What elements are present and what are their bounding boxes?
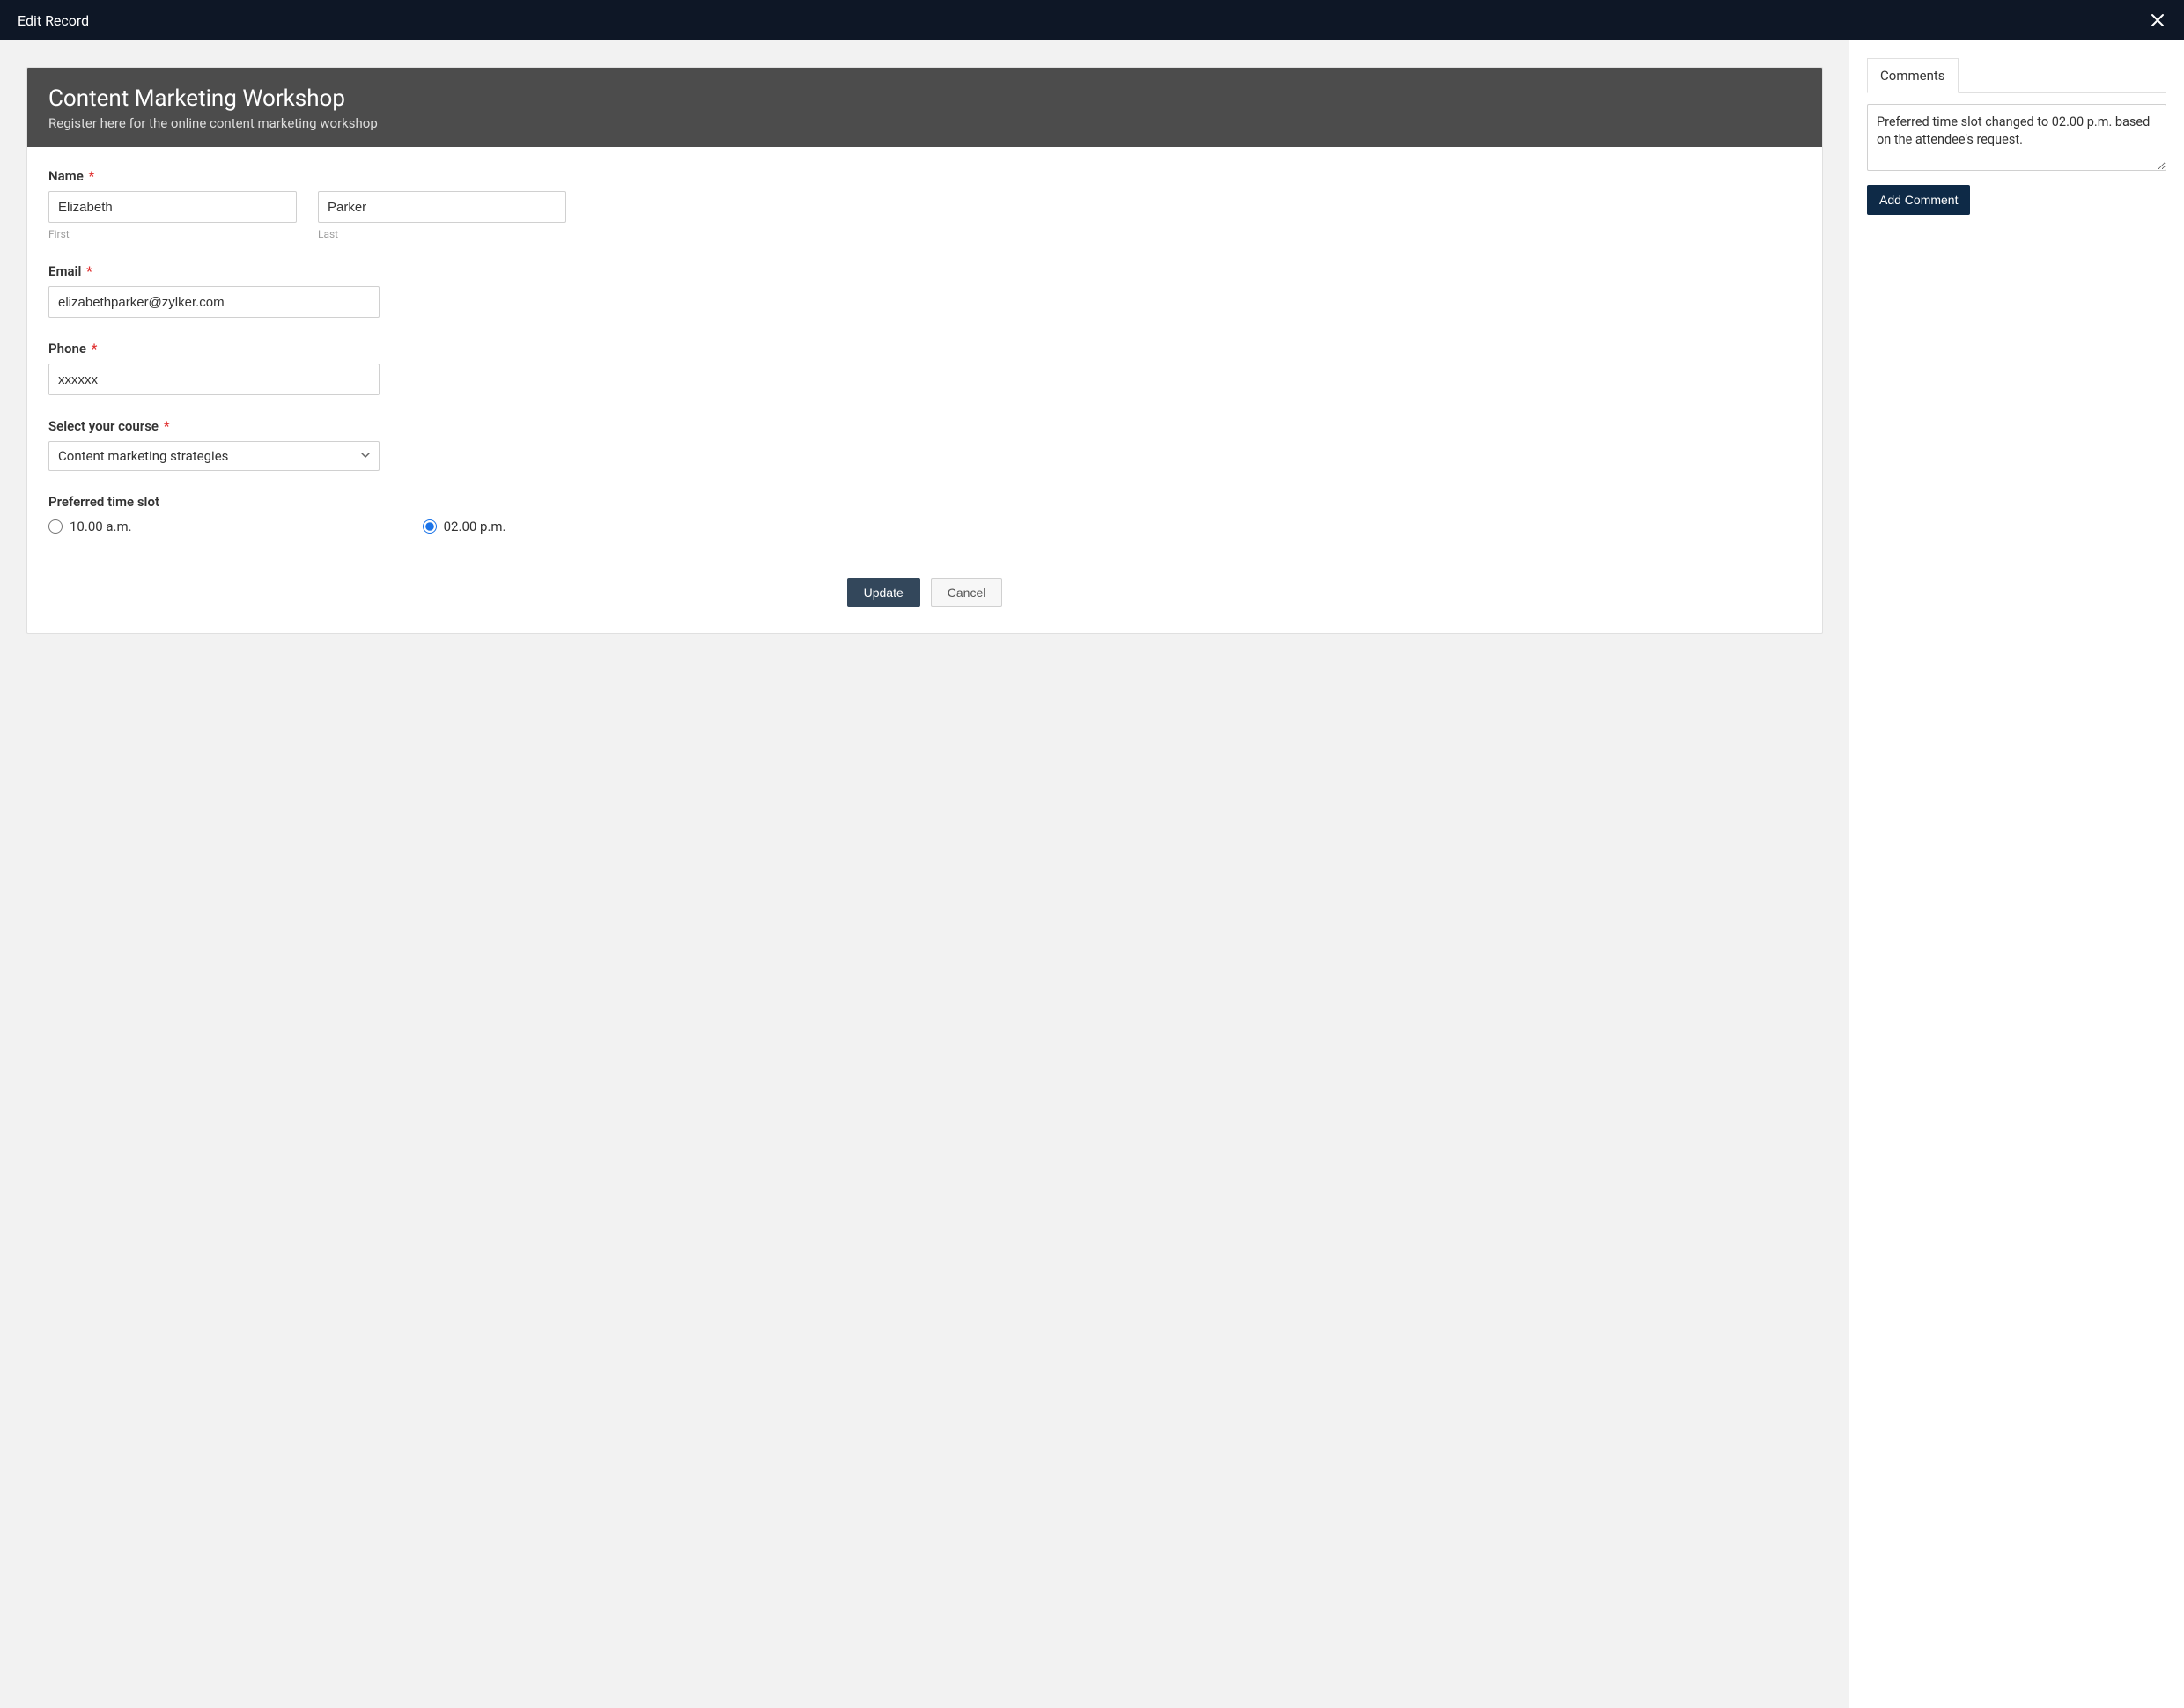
card-header: Content Marketing Workshop Register here…	[27, 68, 1822, 147]
timeslot-radio-1[interactable]	[48, 519, 63, 534]
timeslot-label: Preferred time slot	[48, 494, 1801, 510]
add-comment-button[interactable]: Add Comment	[1867, 185, 1970, 215]
email-label: Email *	[48, 263, 1801, 279]
last-name-sublabel: Last	[318, 228, 566, 240]
timeslot-option-1-label: 10.00 a.m.	[70, 519, 132, 534]
timeslot-radio-2[interactable]	[423, 519, 437, 534]
comment-textarea[interactable]	[1867, 104, 2166, 171]
name-label: Name *	[48, 168, 1801, 184]
last-name-input[interactable]	[318, 191, 566, 223]
phone-label: Phone *	[48, 341, 1801, 357]
course-label: Select your course *	[48, 418, 1801, 434]
required-marker: *	[160, 418, 169, 434]
required-marker: *	[88, 341, 97, 357]
cancel-button[interactable]: Cancel	[931, 578, 1003, 607]
comments-panel: Comments Add Comment	[1849, 40, 2184, 1708]
tab-comments[interactable]: Comments	[1867, 58, 1959, 93]
form-title: Content Marketing Workshop	[48, 85, 1801, 112]
first-name-input[interactable]	[48, 191, 297, 223]
update-button[interactable]: Update	[847, 578, 920, 607]
close-icon[interactable]	[2149, 11, 2166, 29]
timeslot-option-2[interactable]: 02.00 p.m.	[423, 519, 506, 534]
timeslot-option-2-label: 02.00 p.m.	[444, 519, 506, 534]
email-input[interactable]	[48, 286, 380, 318]
required-marker: *	[83, 263, 92, 279]
edit-record-card: Content Marketing Workshop Register here…	[26, 67, 1823, 634]
form-subtitle: Register here for the online content mar…	[48, 115, 1801, 131]
tab-row: Comments	[1867, 58, 2166, 93]
timeslot-option-1[interactable]: 10.00 a.m.	[48, 519, 132, 534]
first-name-sublabel: First	[48, 228, 297, 240]
required-marker: *	[85, 168, 94, 184]
page-title: Edit Record	[18, 12, 89, 29]
phone-input[interactable]	[48, 364, 380, 395]
course-select[interactable]: Content marketing strategies	[48, 441, 380, 471]
top-bar: Edit Record	[0, 0, 2184, 40]
